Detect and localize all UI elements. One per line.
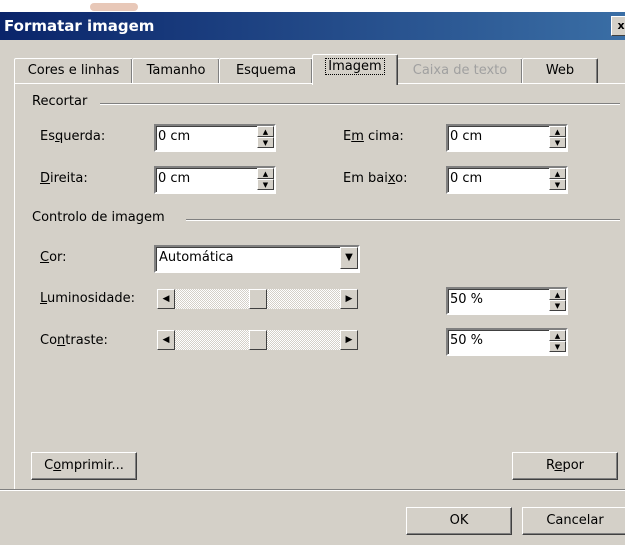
crop-bottom-spinner[interactable]: 0 cm ▲ ▼ xyxy=(446,166,568,194)
background-strip xyxy=(0,0,625,12)
scroll-right-icon[interactable]: ▶ xyxy=(340,330,358,350)
dialog-titlebar[interactable]: Formatar imagem x xyxy=(0,12,625,40)
chevron-down-icon[interactable]: ▼ xyxy=(340,247,358,269)
brightness-slider[interactable]: ◀ ▶ xyxy=(157,289,358,309)
crop-top-value: 0 cm xyxy=(450,129,483,144)
crop-bottom-value: 0 cm xyxy=(450,171,483,186)
close-button[interactable]: x xyxy=(611,16,625,36)
footer-divider xyxy=(0,489,625,491)
spin-down-icon[interactable]: ▼ xyxy=(549,137,566,148)
contrast-value: 50 % xyxy=(450,333,484,348)
tab-esquema[interactable]: Esquema xyxy=(219,58,313,84)
tab-caixa-de-texto[interactable]: Caixa de texto xyxy=(397,58,523,84)
crop-top-spinner[interactable]: 0 cm ▲ ▼ xyxy=(446,124,568,152)
dialog-title: Formatar imagem xyxy=(4,17,155,35)
color-label: Cor: xyxy=(40,250,67,265)
crop-group-label: Recortar xyxy=(32,94,94,109)
reset-button[interactable]: Repor xyxy=(512,452,618,480)
tab-web[interactable]: Web xyxy=(522,58,598,84)
spin-up-icon[interactable]: ▲ xyxy=(549,168,566,179)
spin-down-icon[interactable]: ▼ xyxy=(257,137,274,148)
tab-label: Imagem xyxy=(325,58,385,75)
compress-button[interactable]: Comprimir... xyxy=(31,452,137,480)
brightness-label: Luminosidade: xyxy=(40,291,135,306)
spin-down-icon[interactable]: ▼ xyxy=(549,341,566,352)
tab-cores-e-linhas[interactable]: Cores e linhas xyxy=(14,58,133,84)
tab-label: Esquema xyxy=(235,63,297,78)
contrast-label: Contraste: xyxy=(40,333,108,348)
crop-right-label: Direita: xyxy=(40,171,88,186)
brightness-slider-thumb[interactable] xyxy=(249,289,267,309)
brightness-spinner[interactable]: 50 % ▲ ▼ xyxy=(446,287,568,315)
cancel-button[interactable]: Cancelar xyxy=(522,507,625,535)
crop-bottom-label: Em baixo: xyxy=(343,171,408,186)
color-dropdown[interactable]: Automática ▼ xyxy=(154,245,360,273)
tab-label: Cores e linhas xyxy=(27,63,120,78)
crop-right-value: 0 cm xyxy=(158,171,191,186)
scroll-right-icon[interactable]: ▶ xyxy=(340,289,358,309)
scroll-left-icon[interactable]: ◀ xyxy=(157,289,175,309)
spin-up-icon[interactable]: ▲ xyxy=(257,168,274,179)
tab-imagem[interactable]: Imagem xyxy=(312,54,398,85)
spin-down-icon[interactable]: ▼ xyxy=(549,179,566,190)
spin-down-icon[interactable]: ▼ xyxy=(549,300,566,311)
spin-up-icon[interactable]: ▲ xyxy=(257,126,274,137)
background-image-fragment xyxy=(90,3,138,11)
tab-label: Caixa de texto xyxy=(412,63,508,78)
spin-up-icon[interactable]: ▲ xyxy=(549,330,566,341)
ok-button[interactable]: OK xyxy=(406,507,512,535)
contrast-slider[interactable]: ◀ ▶ xyxy=(157,330,358,350)
tab-label: Tamanho xyxy=(146,63,206,78)
crop-left-label: Esquerda: xyxy=(40,129,106,144)
spin-up-icon[interactable]: ▲ xyxy=(549,289,566,300)
contrast-slider-thumb[interactable] xyxy=(249,330,267,350)
crop-group-divider xyxy=(100,103,620,105)
tab-label: Web xyxy=(545,63,575,78)
color-value: Automática xyxy=(159,250,234,265)
scroll-left-icon[interactable]: ◀ xyxy=(157,330,175,350)
spin-up-icon[interactable]: ▲ xyxy=(549,126,566,137)
crop-left-spinner[interactable]: 0 cm ▲ ▼ xyxy=(154,124,276,152)
image-control-group-label: Controlo de imagem xyxy=(32,210,171,225)
crop-right-spinner[interactable]: 0 cm ▲ ▼ xyxy=(154,166,276,194)
contrast-spinner[interactable]: 50 % ▲ ▼ xyxy=(446,328,568,356)
image-control-group-divider xyxy=(186,219,620,221)
spin-down-icon[interactable]: ▼ xyxy=(257,179,274,190)
crop-left-value: 0 cm xyxy=(158,129,191,144)
brightness-value: 50 % xyxy=(450,292,484,307)
crop-top-label: Em cima: xyxy=(343,129,404,144)
tab-tamanho[interactable]: Tamanho xyxy=(132,58,220,84)
